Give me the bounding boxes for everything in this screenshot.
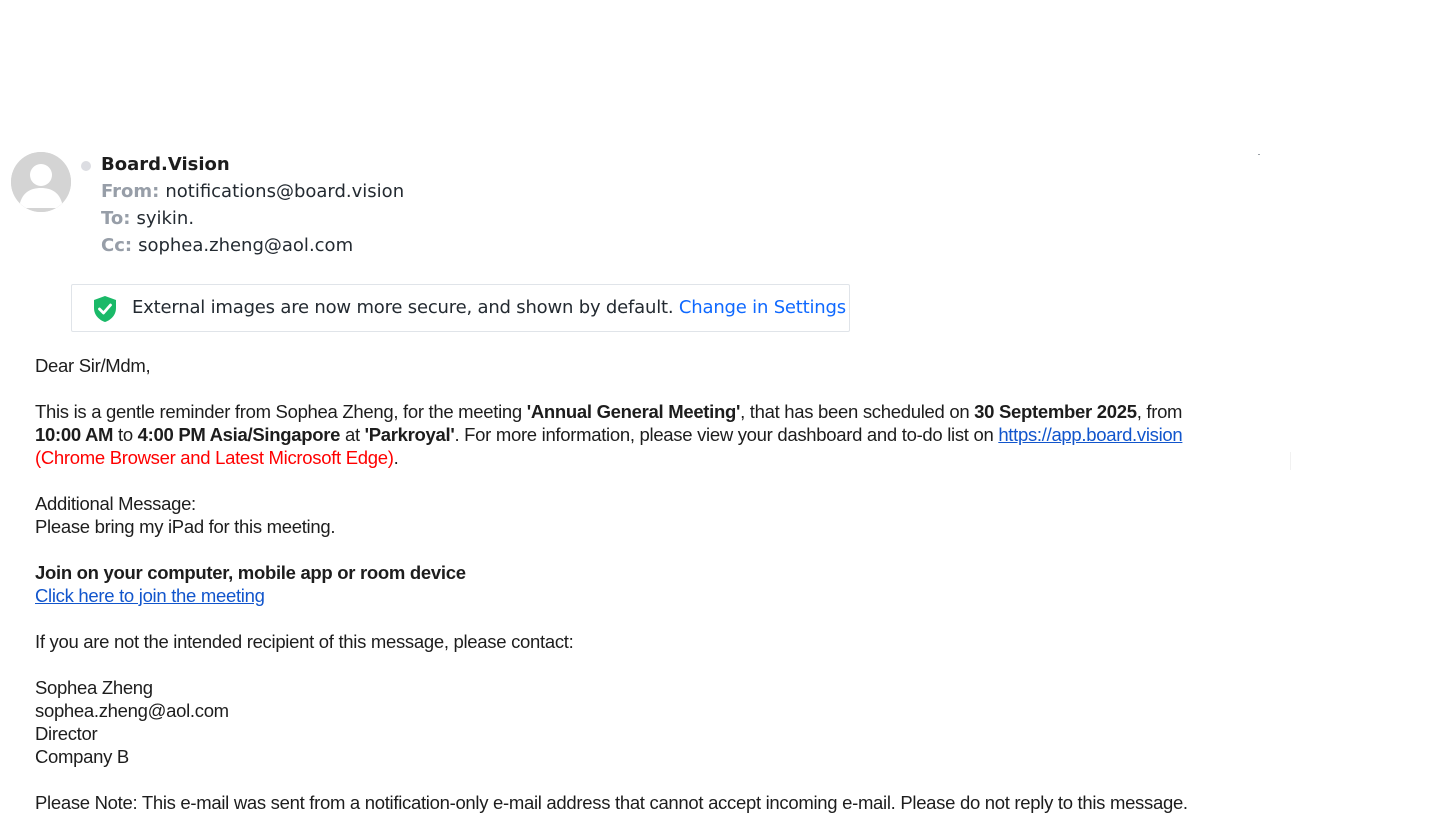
browser-note-end: . — [393, 447, 399, 468]
at-text: at — [340, 424, 365, 445]
sender-avatar[interactable] — [11, 152, 71, 212]
contact-name: Sophea Zheng — [35, 677, 153, 698]
shield-check-icon — [94, 296, 116, 322]
cc-label: Cc: — [101, 235, 133, 256]
decorative-mark — [1258, 154, 1260, 155]
from-text: , from — [1136, 401, 1183, 422]
join-block: Join on your computer, mobile app or roo… — [35, 561, 1235, 607]
from-row: From: notifications@board.vision — [101, 181, 404, 202]
to-address[interactable]: syikin. — [136, 208, 194, 229]
reminder-paragraph: This is a gentle reminder from Sophea Zh… — [35, 400, 1235, 469]
browser-note: (Chrome Browser and Latest Microsoft Edg… — [35, 447, 394, 468]
sender-name[interactable]: Board.Vision — [101, 154, 230, 175]
reminder-intro: This is a gentle reminder from Sophea Zh… — [35, 401, 527, 422]
contact-company: Company B — [35, 746, 129, 767]
default-avatar-icon — [11, 152, 71, 212]
to-label: To: — [101, 208, 131, 229]
start-time: 10:00 AM — [35, 424, 114, 445]
change-in-settings-link[interactable]: Change in Settings — [679, 297, 846, 318]
end-time: 4:00 PM Asia/Singapore — [137, 424, 341, 445]
info-text: . For more information, please view your… — [454, 424, 999, 445]
external-images-notice: External images are now more secure, and… — [71, 284, 850, 332]
footer-note: Please Note: This e-mail was sent from a… — [35, 792, 1188, 813]
cc-address[interactable]: sophea.zheng@aol.com — [138, 235, 353, 256]
additional-message-block: Additional Message: Please bring my iPad … — [35, 492, 1235, 538]
additional-message-label: Additional Message: — [35, 493, 196, 514]
contact-email[interactable]: sophea.zheng@aol.com — [35, 699, 1235, 722]
additional-message-text: Please bring my iPad for this meeting. — [35, 516, 336, 537]
contact-block: Sophea Zheng sophea.zheng@aol.com Director… — [35, 676, 1235, 768]
notice-message: External images are now more secure, and… — [132, 297, 674, 318]
email-header: Board.Vision From: notifications@board.vi… — [0, 150, 900, 270]
greeting: Dear Sir/Mdm, — [35, 355, 151, 376]
meeting-location: 'Parkroyal' — [364, 424, 455, 445]
meeting-name: 'Annual General Meeting' — [526, 401, 741, 422]
scheduled-text: , that has been scheduled on — [740, 401, 975, 422]
cc-row: Cc: sophea.zheng@aol.com — [101, 235, 353, 256]
contact-intro: If you are not the intended recipient of… — [35, 631, 574, 652]
decorative-divider — [1290, 452, 1291, 470]
unread-indicator[interactable] — [81, 161, 91, 171]
join-meeting-link[interactable]: Click here to join the meeting — [35, 584, 265, 607]
to-text: to — [113, 424, 138, 445]
contact-title: Director — [35, 723, 98, 744]
meeting-date: 30 September 2025 — [974, 401, 1137, 422]
notice-text-line: External images are now more secure, and… — [132, 297, 846, 318]
from-address[interactable]: notifications@board.vision — [165, 181, 404, 202]
email-body: Dear Sir/Mdm, This is a gentle reminder … — [35, 354, 1235, 837]
dashboard-link[interactable]: https://app.board.vision — [998, 424, 1182, 445]
join-heading: Join on your computer, mobile app or roo… — [35, 562, 466, 583]
from-label: From: — [101, 181, 160, 202]
to-row: To: syikin. — [101, 208, 194, 229]
